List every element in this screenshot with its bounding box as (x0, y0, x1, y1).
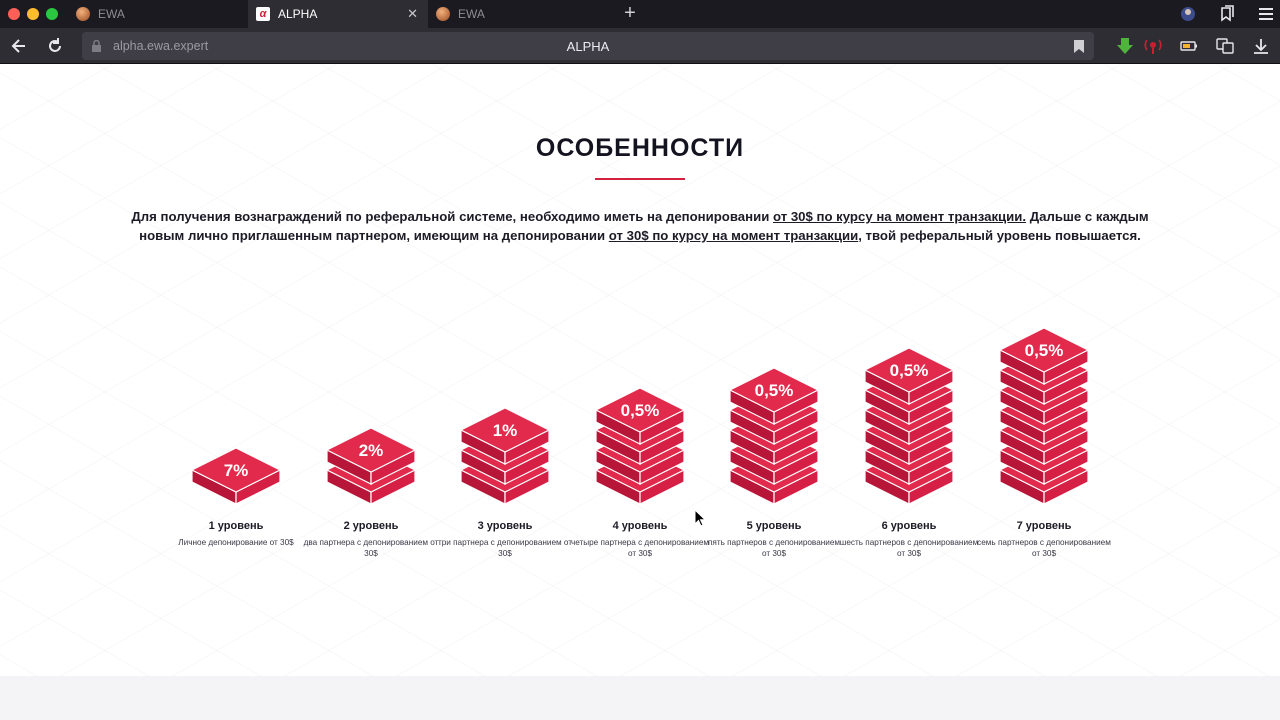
tab-ewa-1[interactable]: EWA (66, 0, 248, 28)
level-name: 1 уровень (208, 520, 264, 532)
mouse-cursor-icon (694, 509, 706, 527)
tab-alpha[interactable]: α ALPHA ✕ (248, 0, 428, 28)
menu-icon[interactable] (1257, 5, 1275, 23)
level-6-stack-icon: 0,5% (863, 347, 955, 505)
level-5-stack-icon: 0,5% (728, 367, 820, 505)
level-4-stack-icon: 0,5% (594, 387, 686, 505)
download-arrow-extension-icon[interactable] (1116, 37, 1134, 55)
antenna-extension-icon[interactable] (1144, 37, 1162, 55)
level-condition: три партнера с депонированием от 30$ (437, 538, 573, 558)
bookmark-icon[interactable] (1074, 40, 1084, 53)
title-underline (595, 178, 685, 180)
level-1: 7% 1 уровень Личное депонирование от 30$ (166, 324, 306, 564)
level-condition: семь партнеров с депонированием от 30$ (977, 538, 1111, 558)
tab-bar: EWA α ALPHA ✕ EWA + (0, 0, 1280, 28)
level-7: 0,5% 7 уровень семь партнеров с депонирова… (974, 324, 1114, 564)
desc-text-1: Для получения вознаграждений по рефераль… (131, 209, 773, 224)
level-name: 6 уровень (881, 520, 937, 532)
desc-highlight-2: от 30$ по курсу на момент транзакции (608, 228, 859, 243)
level-2-stack-icon: 2% (325, 427, 417, 505)
profile-icon[interactable] (1179, 5, 1197, 23)
level-percent: 2% (359, 441, 384, 460)
alpha-favicon-icon: α (256, 7, 270, 21)
tab-label: EWA (458, 7, 485, 21)
level-6: 0,5% 6 уровень шесть партнеров с депониров… (839, 324, 979, 564)
level-name: 3 уровень (477, 520, 533, 532)
level-percent: 0,5% (1025, 341, 1064, 360)
level-name: 7 уровень (1016, 520, 1072, 532)
battery-icon[interactable] (1180, 37, 1198, 55)
level-percent: 0,5% (755, 381, 794, 400)
level-condition: Личное депонирование от 30$ (178, 538, 294, 547)
page-title: ALPHA (566, 39, 610, 54)
page-content: ОСОБЕННОСТИ Для получения вознаграждений… (0, 64, 1280, 720)
desc-highlight-1: от 30$ по курсу на момент транзакции. (772, 209, 1027, 224)
minimize-window-button[interactable] (27, 8, 39, 20)
ewa-favicon-icon (76, 7, 90, 21)
level-2: 2% 2 уровень два партнера с депонированием… (301, 324, 441, 564)
tab-label: ALPHA (278, 7, 318, 21)
tab-ewa-2[interactable]: EWA (428, 0, 608, 28)
level-3: 1% 3 уровень три партнера с депонированием… (435, 324, 575, 564)
level-percent: 0,5% (890, 361, 929, 380)
url-field[interactable]: alpha.ewa.expert ALPHA (82, 32, 1094, 60)
section-title: ОСОБЕННОСТИ (535, 134, 745, 162)
address-bar: alpha.ewa.expert ALPHA (0, 28, 1280, 64)
level-1-stack-icon: 7% (190, 447, 282, 505)
ewa-favicon-icon (436, 7, 450, 21)
translate-icon[interactable] (1216, 37, 1234, 55)
level-percent: 1% (493, 421, 518, 440)
close-tab-icon[interactable]: ✕ (407, 6, 418, 22)
download-icon[interactable] (1252, 37, 1270, 55)
level-condition: шесть партнеров с депонированием от 30$ (839, 538, 979, 558)
close-window-button[interactable] (8, 8, 20, 20)
level-condition: пять партнеров с депонированием от 30$ (707, 538, 841, 558)
level-condition: два партнера с депонированием от 30$ (303, 538, 439, 558)
next-section (0, 676, 1280, 720)
level-name: 5 уровень (746, 520, 802, 532)
desc-text-3: , твой реферальный уровень повышается. (858, 228, 1141, 243)
level-5: 0,5% 5 уровень пять партнеров с депонирова… (704, 324, 844, 564)
level-percent: 0,5% (621, 401, 660, 420)
maximize-window-button[interactable] (46, 8, 58, 20)
reload-icon[interactable] (45, 36, 65, 56)
level-3-stack-icon: 1% (459, 407, 551, 505)
level-4: 0,5% 4 уровень четыре партнера с депониров… (570, 324, 710, 564)
collections-icon[interactable] (1218, 5, 1236, 23)
level-condition: четыре партнера с депонированием от 30$ (570, 538, 710, 558)
level-name: 2 уровень (343, 520, 399, 532)
level-name: 4 уровень (612, 520, 668, 532)
back-icon[interactable] (9, 36, 29, 56)
referral-description: Для получения вознаграждений по рефераль… (120, 207, 1160, 245)
plus-icon[interactable]: + (619, 2, 641, 24)
level-7-stack-icon: 0,5% (998, 327, 1090, 505)
level-percent: 7% (224, 461, 249, 480)
tab-label: EWA (98, 7, 125, 21)
